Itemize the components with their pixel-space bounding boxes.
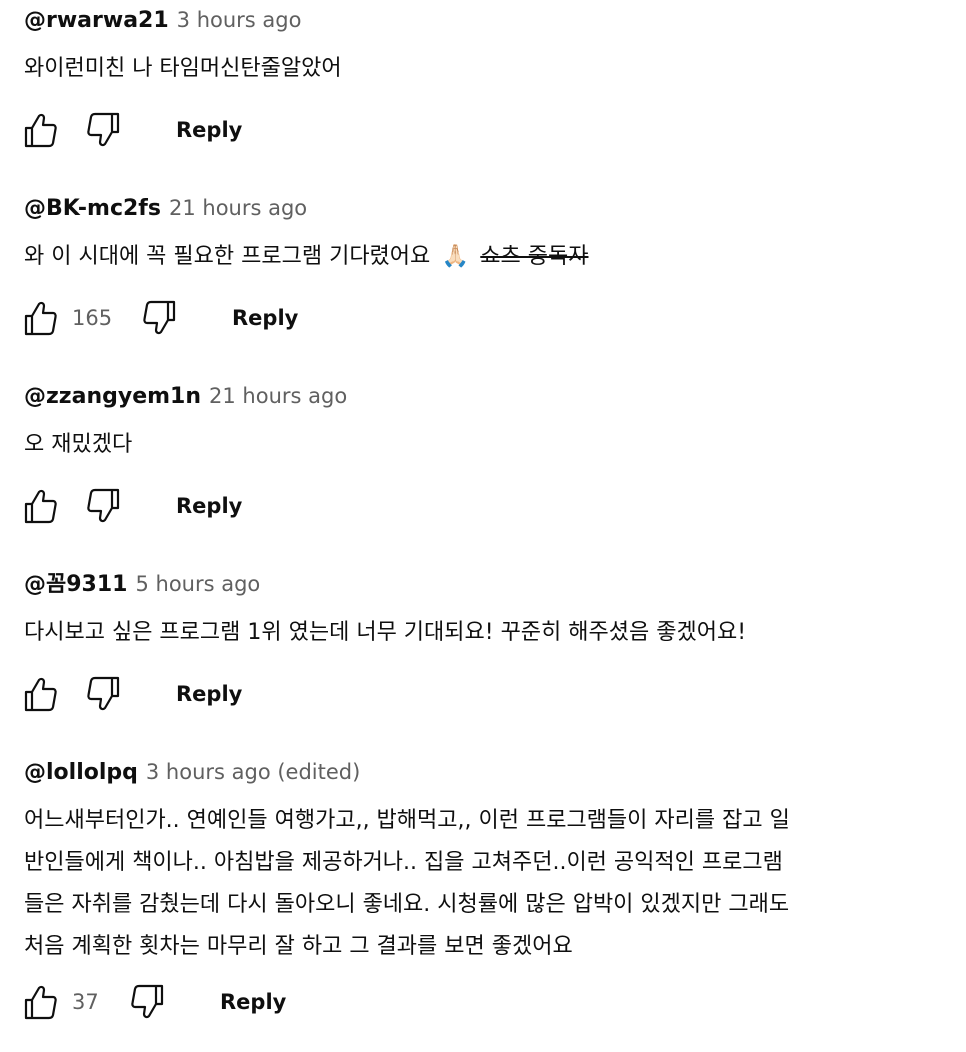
reply-button[interactable]: Reply [220,982,286,1022]
comment-text: 다시보고 싶은 프로그램 1위 였는데 너무 기대되요! 꾸준히 해주셨음 좋겠… [24,620,747,645]
comment-author[interactable]: @꼼9311 [24,572,127,597]
comment-author[interactable]: @zzangyem1n [24,384,201,409]
comment-header: @rwarwa21 3 hours ago [24,6,301,36]
comment-header: @BK-mc2fs 21 hours ago [24,194,307,224]
comment-text-line: 와 이 시대에 꼭 필요한 프로그램 기다렸어요 🙏🏻 쇼츠 중독자 [24,236,588,278]
thumbs-up-icon [24,301,57,336]
comment-timestamp[interactable]: 21 hours ago [209,384,347,408]
comment-actions: 165 Reply [24,298,424,338]
comment-text: 와이런미친 나 타임머신탄줄알았어 [24,56,342,81]
reply-button[interactable]: Reply [232,298,298,338]
comment-text-line: 처음 계획한 횟차는 마무리 잘 하고 그 결과를 보면 좋겠어요 [24,934,573,959]
comment-timestamp[interactable]: 3 hours ago (edited) [146,760,360,784]
dislike-button[interactable] [84,674,124,714]
like-button[interactable] [20,486,60,526]
comment-timestamp[interactable]: 21 hours ago [169,196,307,220]
thumbs-up-icon [24,489,57,524]
like-count: 165 [72,306,113,330]
like-count: 37 [72,990,99,1014]
comment-header: @꼼9311 5 hours ago [24,570,260,600]
comment-header: @lollolpq 3 hours ago (edited) [24,758,360,788]
like-button[interactable] [20,982,60,1022]
thumbs-down-icon [87,488,120,523]
dislike-button[interactable] [140,298,180,338]
comment-text-line: 들은 자취를 감췄는데 다시 돌아오니 좋네요. 시청률에 많은 압박이 있겠지… [24,892,790,917]
strikethrough-text: 쇼츠 중독자 [480,244,589,269]
comment-author[interactable]: @rwarwa21 [24,8,169,33]
comment-text-line: 어느새부터인가.. 연예인들 여행가고,, 밥해먹고,, 이런 프로그램들이 자… [24,808,790,833]
comment-actions: Reply [24,486,424,526]
comment-header: @zzangyem1n 21 hours ago [24,382,347,412]
comment-actions: 37 Reply [24,982,424,1022]
comment-timestamp[interactable]: 3 hours ago [177,8,302,32]
like-button[interactable] [20,298,60,338]
thumbs-up-icon [24,677,57,712]
comment-actions: Reply [24,110,424,150]
dislike-button[interactable] [128,982,168,1022]
thumbs-down-icon [143,300,176,335]
folded-hands-emoji: 🙏🏻 [441,244,469,269]
comment-author[interactable]: @BK-mc2fs [24,196,161,221]
comment-author[interactable]: @lollolpq [24,760,138,785]
comment-timestamp[interactable]: 5 hours ago [135,572,260,596]
comment-text: 오 재밌겠다 [24,432,133,457]
like-button[interactable] [20,674,60,714]
like-button[interactable] [20,110,60,150]
thumbs-down-icon [87,676,120,711]
comment-actions: Reply [24,674,424,714]
thumbs-up-icon [24,113,57,148]
thumbs-down-icon [131,984,164,1019]
dislike-button[interactable] [84,486,124,526]
reply-button[interactable]: Reply [176,486,242,526]
reply-button[interactable]: Reply [176,110,242,150]
thumbs-down-icon [87,112,120,147]
comment-text: 와 이 시대에 꼭 필요한 프로그램 기다렸어요 [24,244,431,269]
comment-list: @rwarwa21 3 hours ago 와이런미친 나 타임머신탄줄알았어 R… [0,0,966,1052]
thumbs-up-icon [24,985,57,1020]
comment-text-line: 반인들에게 책이나.. 아침밥을 제공하거나.. 집을 고쳐주던..이런 공익적… [24,850,783,875]
reply-button[interactable]: Reply [176,674,242,714]
dislike-button[interactable] [84,110,124,150]
